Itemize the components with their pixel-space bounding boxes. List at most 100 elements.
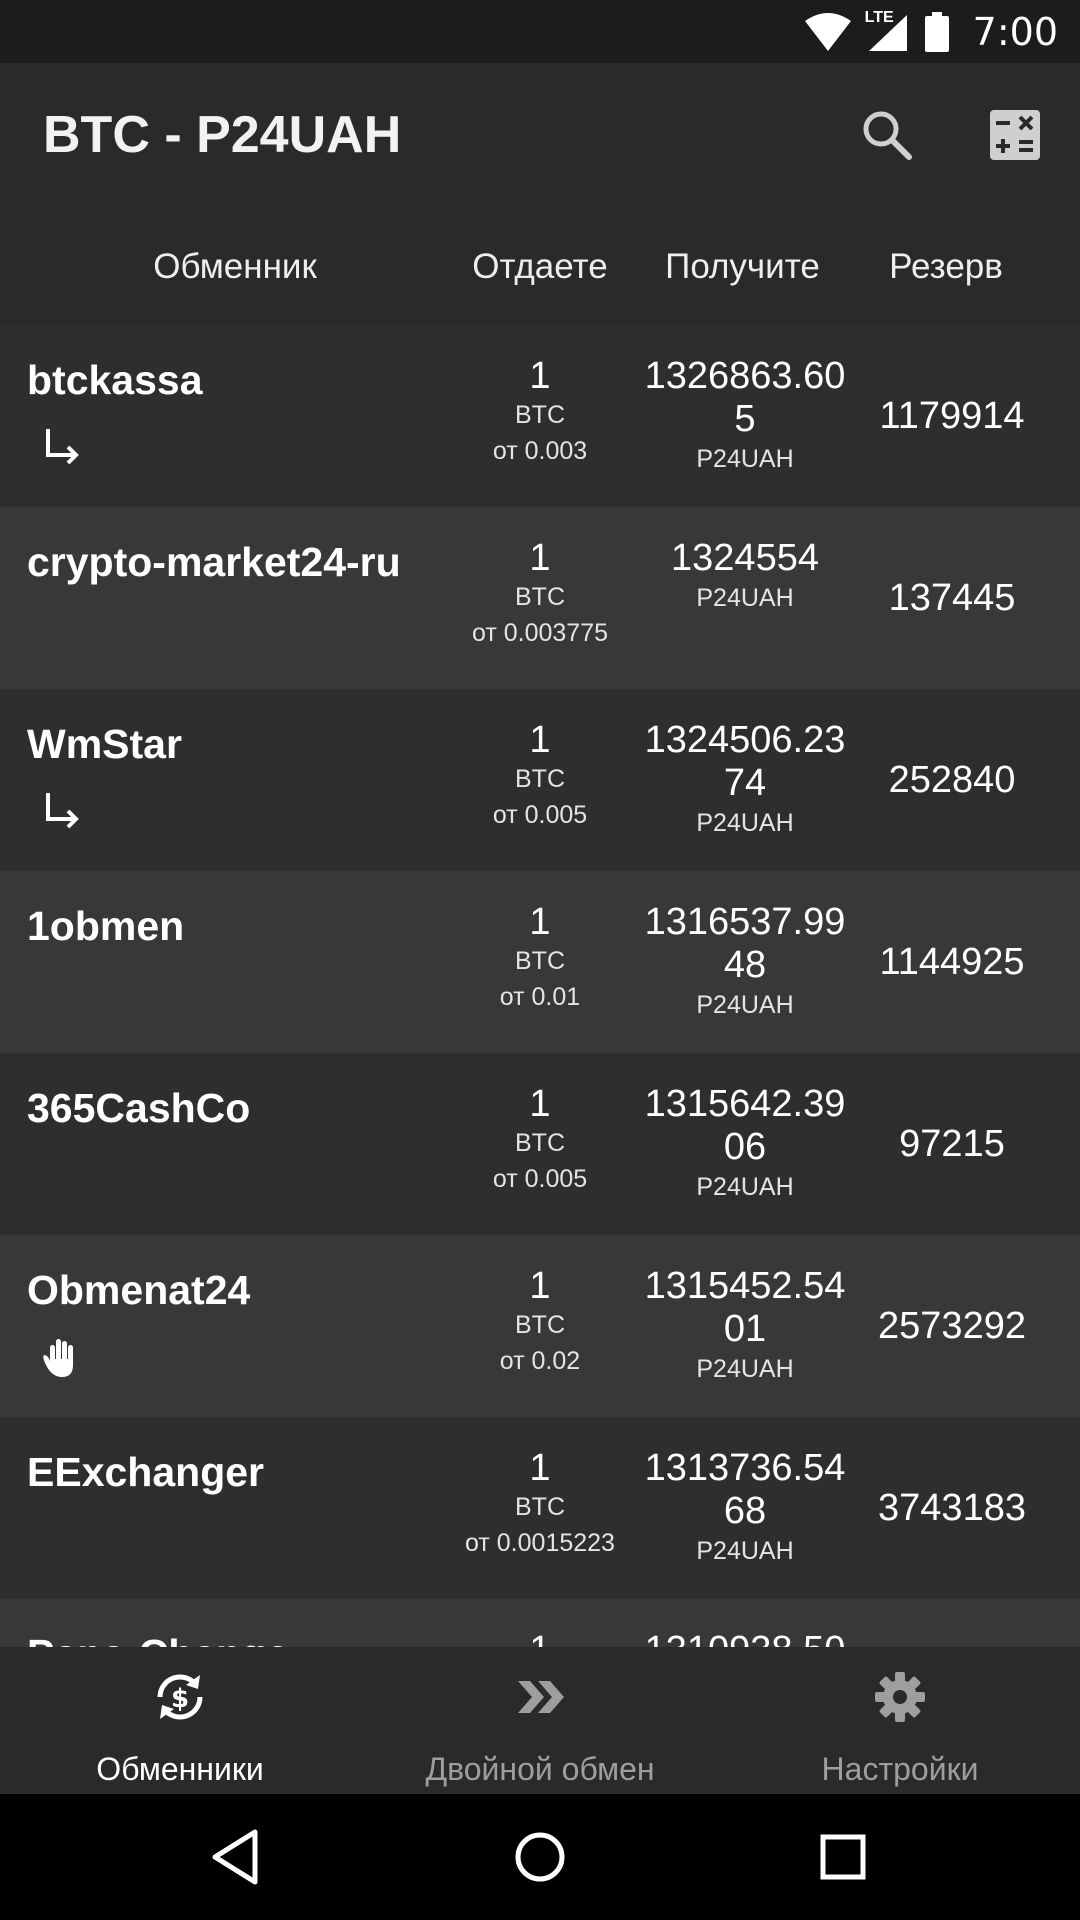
- give-amount: 1: [529, 355, 551, 397]
- give-cell: 1 BTC от 0.005: [440, 719, 640, 833]
- give-currency: BTC: [515, 401, 565, 429]
- reserve-value: 252840: [888, 758, 1016, 801]
- give-currency: BTC: [515, 1493, 565, 1521]
- get-cell: 1324506.2374 P24UAH: [640, 719, 850, 841]
- nav-exchangers[interactable]: $ Обменники: [0, 1647, 360, 1794]
- get-amount: 1313736.5468: [644, 1447, 846, 1532]
- reserve-value: 137445: [888, 576, 1016, 619]
- list-item[interactable]: 365CashCo 1 BTC от 0.005 1315642.3906 P2…: [0, 1053, 1080, 1235]
- wifi-icon: [804, 12, 851, 51]
- list-item[interactable]: 1obmen 1 BTC от 0.01 1316537.9948 P24UAH…: [0, 871, 1080, 1053]
- hand-icon: [43, 1339, 73, 1377]
- get-cell: 1324554 P24UAH: [640, 537, 850, 616]
- give-currency: BTC: [515, 947, 565, 975]
- calculator-button[interactable]: [985, 105, 1045, 165]
- exchanger-name: Obmenat24: [27, 1267, 251, 1313]
- give-amount: 1: [529, 537, 551, 579]
- app-bar: BTC - P24UAH: [0, 63, 1080, 203]
- get-currency: P24UAH: [696, 1355, 794, 1383]
- get-cell: 1316537.9948 P24UAH: [640, 901, 850, 1023]
- manual-arrow-icon: [46, 793, 79, 829]
- nav-double-exchange[interactable]: Двойной обмен: [360, 1647, 720, 1794]
- get-currency: P24UAH: [696, 584, 794, 612]
- get-cell: 1315452.5401 P24UAH: [640, 1265, 850, 1387]
- column-reserve[interactable]: Резерв: [860, 247, 1032, 287]
- get-cell: 1315642.3906 P24UAH: [640, 1083, 850, 1205]
- back-icon[interactable]: [203, 1824, 269, 1890]
- give-minimum: от 0.005: [492, 801, 588, 829]
- column-give[interactable]: Отдаете: [455, 247, 625, 287]
- exchanger-name: btckassa: [27, 357, 203, 403]
- battery-icon: [924, 11, 949, 52]
- give-cell: 1 BTC от 0.0015223: [440, 1447, 640, 1561]
- double-chevron-icon: [518, 1681, 564, 1713]
- get-currency: P24UAH: [696, 991, 794, 1019]
- svg-text:$: $: [171, 1684, 189, 1714]
- get-currency: P24UAH: [696, 809, 794, 837]
- give-cell: 1 BTC от 0.01: [440, 901, 640, 1015]
- get-cell: 1313736.5468 P24UAH: [640, 1447, 850, 1569]
- give-cell: 1 BTC от 0.005: [440, 1083, 640, 1197]
- give-amount: 1: [529, 1083, 551, 1125]
- give-currency: BTC: [515, 765, 565, 793]
- get-currency: P24UAH: [696, 1537, 794, 1565]
- calculator-icon: [990, 110, 1040, 160]
- bottom-navigation: $ Обменники Двойной обмен Настройки: [0, 1647, 1080, 1794]
- list-item[interactable]: Papa-Change 1 1310938.50: [0, 1599, 1080, 1647]
- give-amount: 1: [529, 719, 551, 761]
- get-amount: 1324506.2374: [644, 719, 846, 804]
- recents-icon[interactable]: [810, 1824, 876, 1890]
- reserve-value: 3743183: [878, 1486, 1026, 1529]
- exchanger-name: EExchanger: [27, 1449, 264, 1495]
- reserve-value: 2573292: [878, 1304, 1026, 1347]
- give-minimum: от 0.005: [492, 1165, 588, 1193]
- page-title: BTC - P24UAH: [43, 106, 402, 164]
- list-item[interactable]: EExchanger 1 BTC от 0.0015223 1313736.54…: [0, 1417, 1080, 1599]
- give-amount: 1: [529, 1447, 551, 1489]
- get-currency: P24UAH: [696, 1173, 794, 1201]
- get-amount: 1326863.605: [644, 355, 846, 440]
- nav-settings[interactable]: Настройки: [720, 1647, 1080, 1794]
- status-bar: LTE 7:00: [0, 0, 1080, 63]
- lte-icon: LTE: [865, 9, 911, 53]
- list-item[interactable]: crypto-market24-ru 1 BTC от 0.003775 132…: [0, 507, 1080, 689]
- nav-exchangers-label: Обменники: [96, 1751, 264, 1787]
- search-icon: [863, 111, 912, 160]
- give-amount: 1: [440, 1629, 640, 1647]
- nav-settings-label: Настройки: [821, 1751, 979, 1787]
- give-currency: BTC: [515, 1311, 565, 1339]
- give-minimum: от 0.003: [492, 437, 588, 465]
- column-get[interactable]: Получите: [645, 247, 840, 287]
- exchanger-name: WmStar: [27, 721, 182, 767]
- get-amount: 1310938.50: [640, 1629, 850, 1647]
- clock: 7:00: [972, 9, 1058, 54]
- give-amount: 1: [529, 901, 551, 943]
- exchanger-name: 1obmen: [27, 903, 185, 949]
- give-cell: 1 BTC от 0.003775: [440, 537, 640, 651]
- column-exchanger[interactable]: Обменник: [90, 247, 380, 287]
- get-amount: 1315452.5401: [644, 1265, 846, 1350]
- list-item[interactable]: WmStar 1 BTC от 0.005 1324506.2374 P24UA…: [0, 689, 1080, 871]
- column-header: Обменник Отдаете Получите Резерв: [0, 203, 1080, 325]
- system-navigation-bar: [0, 1794, 1080, 1920]
- manual-arrow-icon: [46, 429, 79, 465]
- search-button[interactable]: [857, 105, 917, 165]
- get-amount: 1316537.9948: [644, 901, 846, 986]
- exchanger-list: btckassa 1 BTC от 0.003 1326863.605 P24U…: [0, 325, 1080, 1647]
- get-currency: P24UAH: [696, 445, 794, 473]
- get-amount: 1315642.3906: [644, 1083, 846, 1168]
- reserve-value: 1179914: [879, 394, 1025, 437]
- list-item[interactable]: Obmenat24 1 BTC от 0.02 1315452.5401 P24…: [0, 1235, 1080, 1417]
- get-cell: 1310938.50: [640, 1629, 850, 1647]
- nav-double-exchange-label: Двойной обмен: [425, 1751, 655, 1787]
- exchanger-name: crypto-market24-ru: [27, 539, 401, 585]
- give-amount: 1: [529, 1265, 551, 1307]
- give-minimum: от 0.0015223: [465, 1529, 615, 1557]
- exchanger-name: Papa-Change: [27, 1631, 289, 1647]
- list-item[interactable]: btckassa 1 BTC от 0.003 1326863.605 P24U…: [0, 325, 1080, 507]
- give-cell: 1 BTC от 0.003: [440, 355, 640, 469]
- exchange-dollar-icon: $: [157, 1674, 203, 1720]
- home-icon[interactable]: [507, 1824, 573, 1890]
- give-minimum: от 0.01: [499, 983, 581, 1011]
- give-currency: BTC: [515, 1129, 565, 1157]
